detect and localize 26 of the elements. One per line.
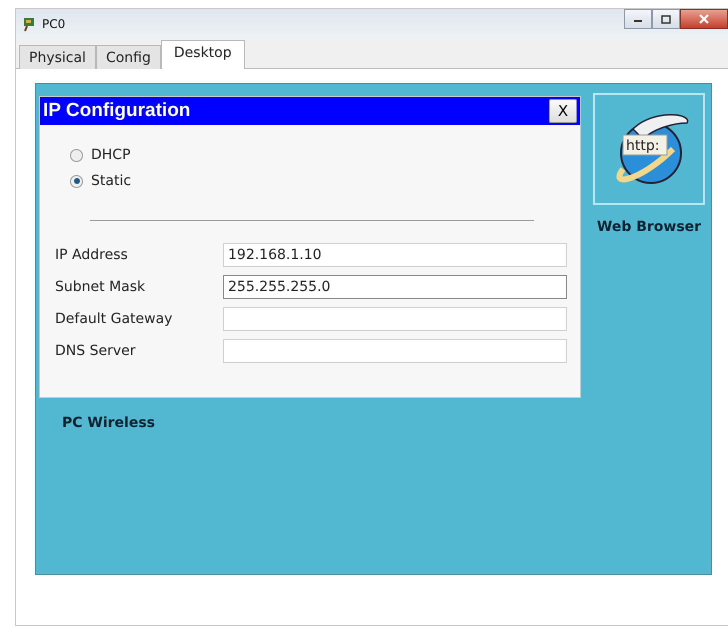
tab[interactable]: Config <box>96 45 161 69</box>
tab[interactable]: Desktop <box>160 40 245 69</box>
maximize-button[interactable] <box>652 9 680 29</box>
field-label: DNS Server <box>55 343 136 359</box>
close-button[interactable] <box>680 9 728 29</box>
app-label[interactable]: Web Browser <box>596 219 702 235</box>
field-label: Subnet Mask <box>55 279 146 295</box>
dialog-title: IP Configuration <box>42 100 190 122</box>
input-field[interactable] <box>223 307 567 331</box>
app-label[interactable]: PC Wireless <box>62 415 156 431</box>
radio-button[interactable] <box>70 174 83 188</box>
radio-button[interactable] <box>70 148 83 162</box>
field-label: Default Gateway <box>55 311 174 327</box>
close-button[interactable]: X <box>549 99 577 123</box>
tab[interactable]: Physical <box>19 45 96 69</box>
radio-label: DHCP <box>91 147 131 163</box>
field-label: IP Address <box>55 247 129 263</box>
app-icon-frame[interactable]: http: <box>593 93 705 205</box>
maximize-icon <box>661 14 671 24</box>
input-field[interactable] <box>223 339 567 363</box>
radio-label: Static <box>91 173 132 189</box>
close-icon <box>698 14 710 24</box>
input-field[interactable]: 192.168.1.10 <box>223 243 567 267</box>
window-title: PC0 <box>42 17 66 31</box>
input-field[interactable]: 255.255.255.0 <box>223 275 567 299</box>
minimize-button[interactable] <box>624 9 652 29</box>
